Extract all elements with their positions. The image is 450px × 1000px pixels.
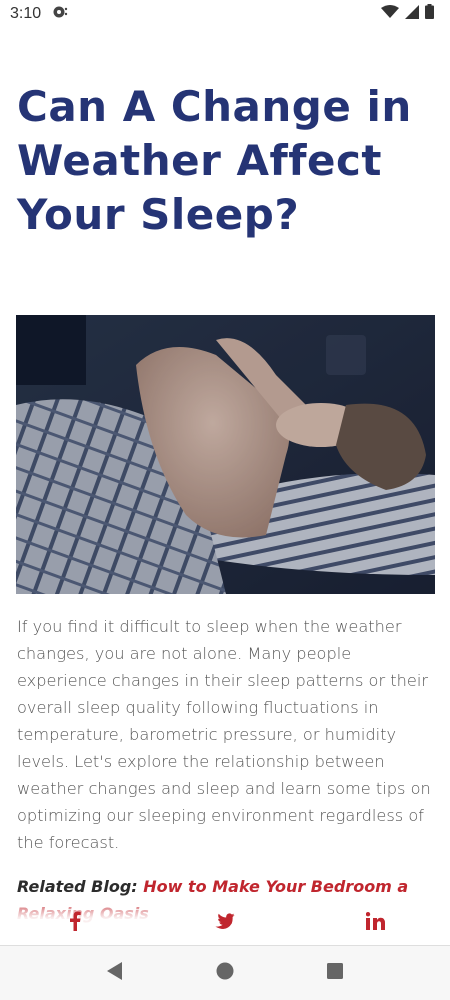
linkedin-icon [365,911,385,934]
signal-icon [405,4,419,24]
share-bar [0,900,450,946]
battery-icon [425,4,434,24]
intro-paragraph: If you find it difficult to sleep when t… [17,617,431,852]
facebook-icon [69,911,81,935]
back-icon[interactable] [106,962,123,984]
share-twitter-button[interactable] [195,903,255,943]
article-title: Can A Change in Weather Affect Your Slee… [17,82,412,239]
status-time: 3:10 [10,5,42,22]
share-facebook-button[interactable] [45,903,105,943]
recents-icon[interactable] [327,963,344,983]
system-navigation-bar [0,946,450,1000]
hero-image [16,315,435,594]
notification-icon [53,5,69,24]
share-linkedin-button[interactable] [345,903,405,943]
twitter-icon [215,912,235,933]
related-blog-label: Related Blog: [17,877,138,896]
wifi-icon [381,4,399,24]
status-bar: 3:10 [0,0,450,28]
home-icon[interactable] [216,962,234,984]
